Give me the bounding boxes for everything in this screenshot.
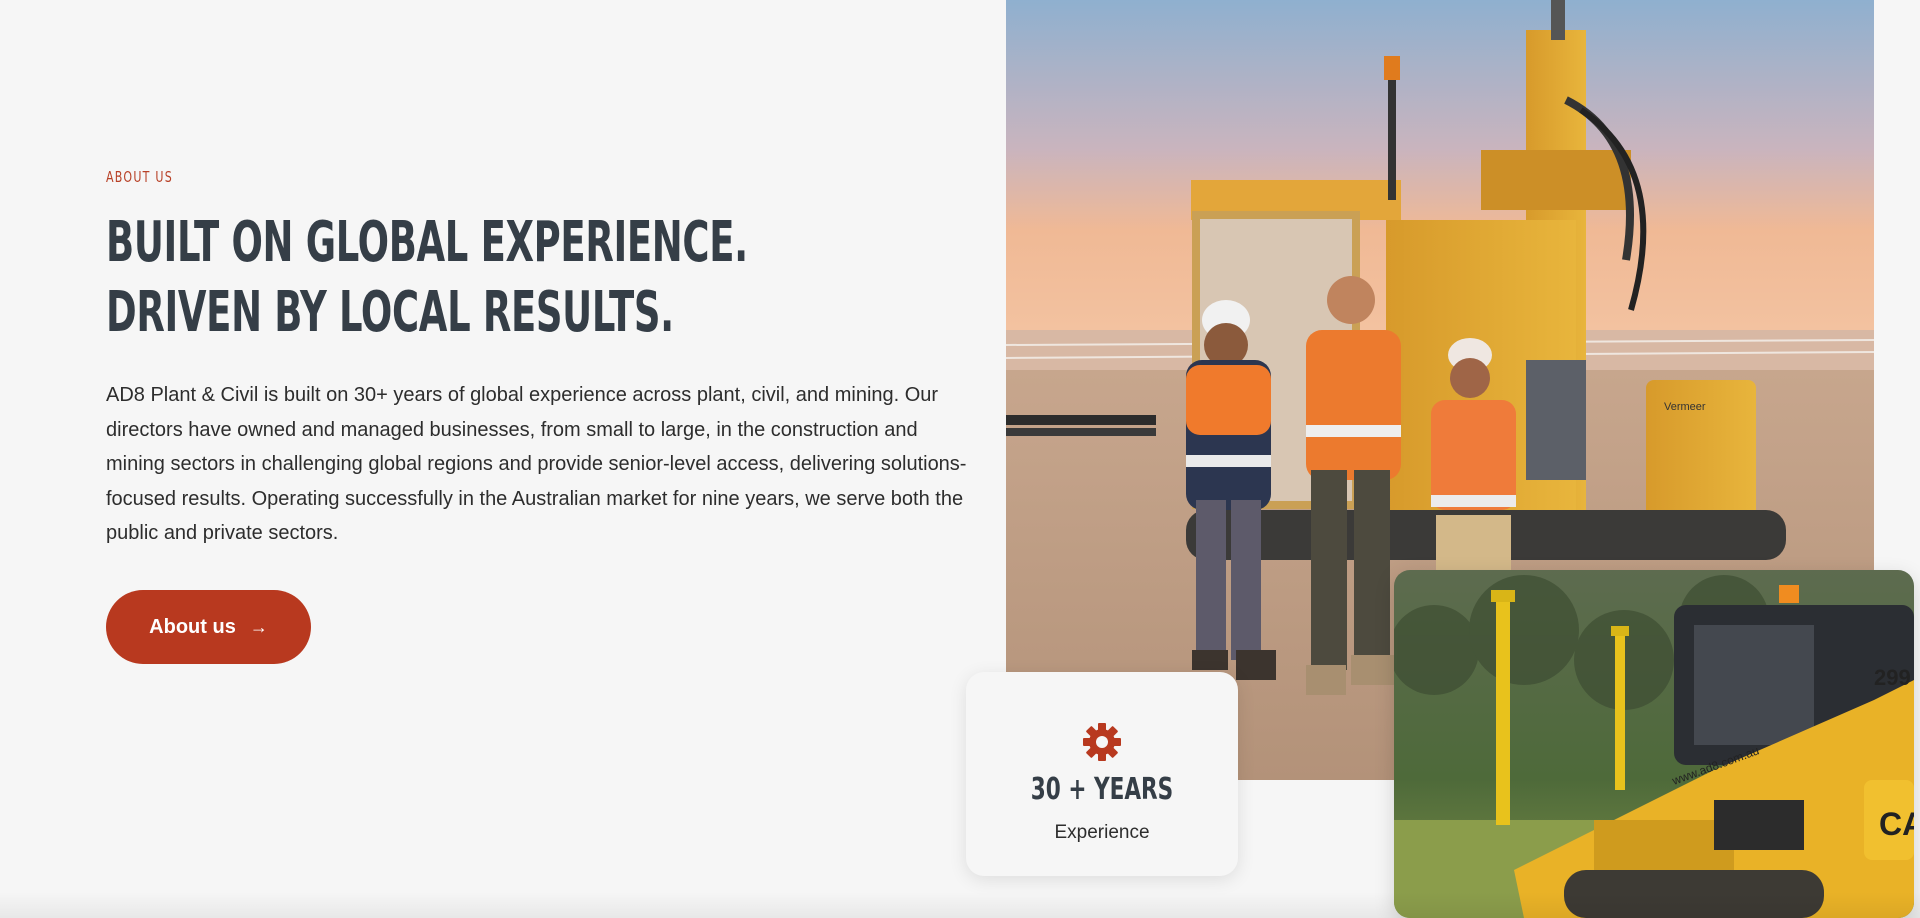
section-eyebrow: ABOUT US	[106, 168, 173, 186]
about-section: Vermeer www.ad8.com.au 299 CA ABOUT US B…	[0, 0, 1920, 918]
svg-text:299: 299	[1874, 665, 1911, 690]
svg-text:CA: CA	[1879, 806, 1914, 842]
about-us-button[interactable]: About us →	[106, 590, 311, 664]
arrow-right-icon: →	[249, 617, 268, 637]
about-us-button-label: About us	[149, 615, 236, 638]
stat-label: Experience	[1054, 822, 1150, 843]
gear-icon	[1083, 723, 1121, 761]
section-bottom-shadow	[0, 892, 1920, 918]
experience-stat-card: 30 + YEARS Experience	[966, 672, 1238, 876]
loader-photo: www.ad8.com.au 299 CA	[1394, 570, 1914, 918]
section-description: AD8 Plant & Civil is built on 30+ years …	[106, 384, 967, 545]
stat-value: 30 + YEARS	[1030, 772, 1174, 807]
section-heading: BUILT ON GLOBAL EXPERIENCE. DRIVEN BY LO…	[106, 210, 748, 345]
svg-text:Vermeer: Vermeer	[1664, 401, 1706, 413]
